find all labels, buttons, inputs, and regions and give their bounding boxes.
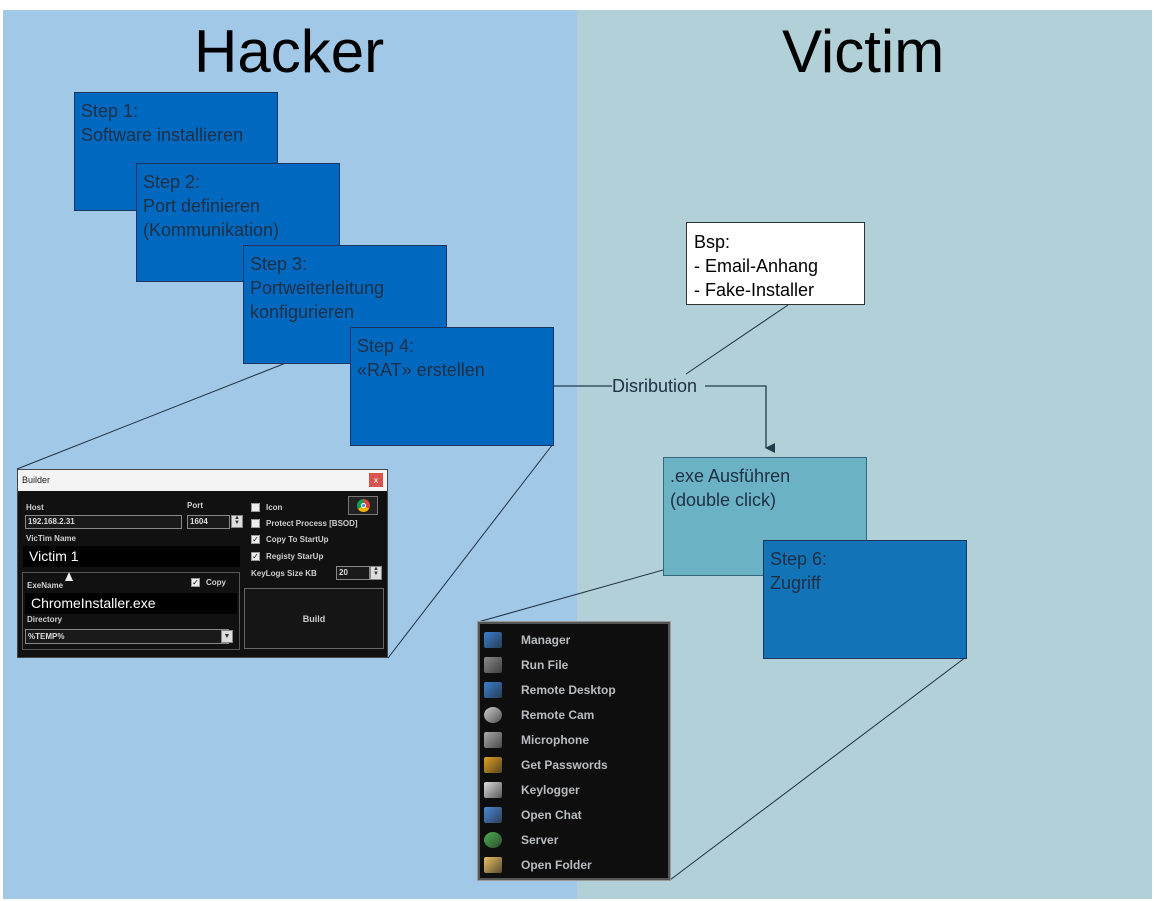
menu-item-remote-desktop[interactable]: Remote Desktop	[484, 677, 664, 702]
menu-item-run-file[interactable]: Run File	[484, 652, 664, 677]
menu-item-keylogger[interactable]: Keylogger	[484, 777, 664, 802]
copy-label: Copy	[206, 578, 226, 587]
keylog-size-input[interactable]: 20	[336, 566, 370, 580]
menu-item-label: Run File	[521, 657, 569, 672]
webcam-icon	[484, 706, 502, 723]
port-spinner[interactable]: ▲ ▼	[231, 515, 243, 528]
builder-title: Builder	[22, 475, 51, 485]
menu-item-label: Manager	[521, 632, 571, 647]
exe-name-input[interactable]: ChromeInstaller.exe	[25, 593, 237, 614]
menu-item-label: Remote Cam	[521, 707, 595, 722]
menu-item-label: Microphone	[521, 732, 589, 747]
step-6-box: Step 6: Zugriff	[763, 540, 967, 659]
port-label: Port	[187, 501, 203, 510]
host-input[interactable]: 192.168.2.31	[25, 515, 182, 529]
step-4-box: Step 4: «RAT» erstellen	[350, 327, 554, 446]
menu-item-label: Server	[521, 832, 559, 847]
monitor-icon	[484, 631, 502, 648]
directory-label: Directory	[27, 615, 63, 624]
host-label: Host	[26, 503, 44, 512]
icon-label: Icon	[266, 503, 283, 512]
chat-icon	[484, 806, 502, 823]
icon-checkbox[interactable]	[251, 503, 260, 512]
registry-checkbox[interactable]: ✓	[251, 552, 260, 561]
menu-item-get-passwords[interactable]: Get Passwords	[484, 752, 664, 777]
zoom-line-menu-bottom	[669, 656, 967, 881]
menu-item-label: Get Passwords	[521, 757, 608, 772]
menu-item-label: Open Folder	[521, 857, 592, 872]
copy-checkbox[interactable]: ✓	[191, 578, 200, 587]
chrome-icon-center	[361, 503, 366, 508]
victim-name-input[interactable]: Victim 1	[23, 546, 240, 567]
folder-icon	[484, 856, 502, 873]
build-button[interactable]: Build	[244, 588, 384, 649]
menu-item-manager[interactable]: Manager	[484, 627, 664, 652]
menu-item-microphone[interactable]: Microphone	[484, 727, 664, 752]
close-icon[interactable]: x	[369, 473, 383, 487]
distribution-arrow-2	[705, 385, 775, 453]
menu-item-open-chat[interactable]: Open Chat	[484, 802, 664, 827]
menu-item-label: Keylogger	[521, 782, 580, 797]
desktop-icon	[484, 681, 502, 698]
keylog-label: KeyLogs Size KB	[251, 569, 317, 578]
registry-label: Registy StarUp	[266, 552, 324, 561]
bug-icon	[484, 831, 502, 848]
victim-name-label: VicTim Name	[26, 534, 76, 543]
startup-label: Copy To StartUp	[266, 535, 329, 544]
exe-name-label: ExeName	[27, 581, 64, 590]
directory-select[interactable]: %TEMP%	[25, 629, 229, 644]
example-note: Bsp: - Email-Anhang - Fake-Installer	[686, 222, 865, 305]
menu-item-server[interactable]: Server	[484, 827, 664, 852]
rat-context-menu: Manager Run File Remote Desktop Remote Cam M…	[478, 622, 670, 880]
builder-titlebar: Builder x	[18, 470, 387, 491]
keyboard-icon	[484, 781, 502, 798]
menu-item-open-folder[interactable]: Open Folder	[484, 852, 664, 877]
window-icon	[484, 656, 502, 673]
microphone-icon	[484, 731, 502, 748]
builder-window: Builder x Host 192.168.2.31 Port 1604 ▲ ▼…	[17, 469, 388, 658]
chevron-down-icon[interactable]: ▼	[221, 630, 233, 643]
keylog-spinner[interactable]: ▲ ▼	[370, 566, 382, 580]
protect-label: Protect Process [BSOD]	[266, 519, 358, 528]
cursor-icon	[65, 572, 73, 581]
distribution-label: Disribution	[612, 375, 698, 397]
key-icon	[484, 756, 502, 773]
icon-picker-button[interactable]	[348, 496, 378, 515]
menu-item-remote-cam[interactable]: Remote Cam	[484, 702, 664, 727]
protect-checkbox[interactable]	[251, 519, 260, 528]
port-input[interactable]: 1604	[187, 515, 230, 529]
startup-checkbox[interactable]: ✓	[251, 535, 260, 544]
menu-item-label: Remote Desktop	[521, 682, 616, 697]
note-pointer-line	[685, 304, 789, 375]
menu-item-label: Open Chat	[521, 807, 582, 822]
